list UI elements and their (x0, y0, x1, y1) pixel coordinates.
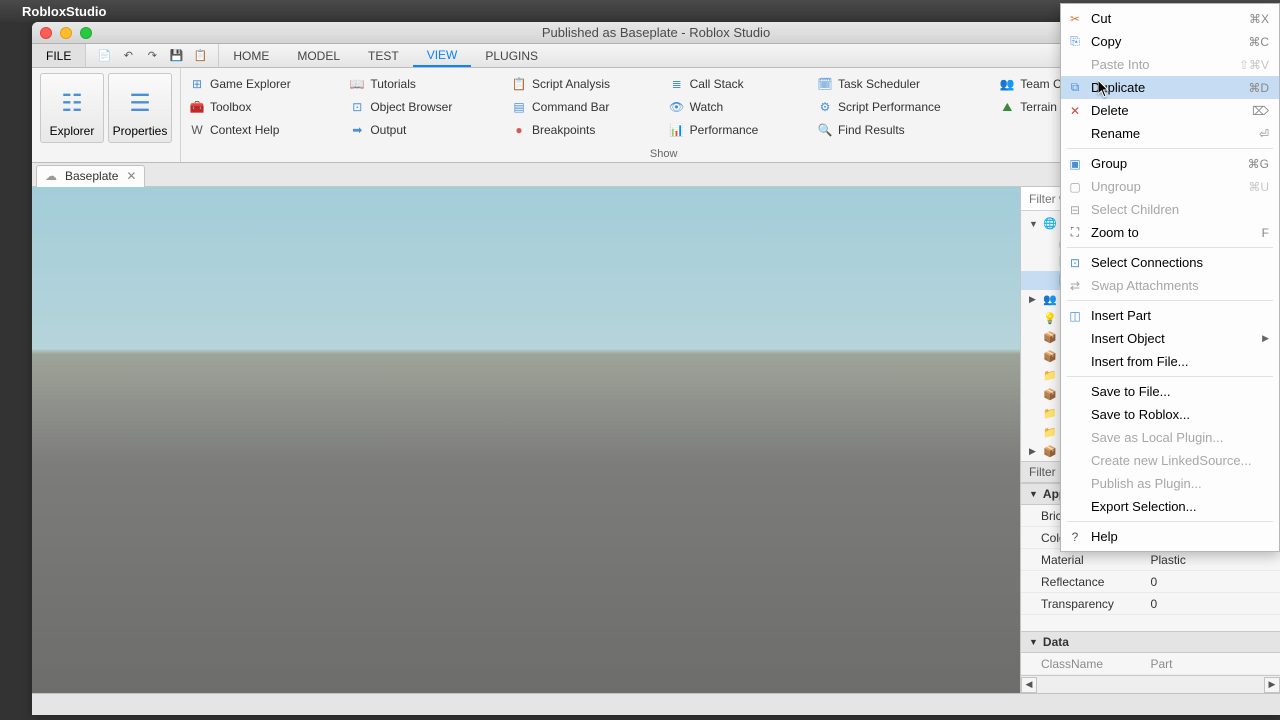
cm-help[interactable]: ?Help (1061, 525, 1279, 548)
cm-publish-plugin: Publish as Plugin... (1061, 472, 1279, 495)
find-results-button[interactable]: 🔍Find Results (817, 119, 987, 141)
cm-cut[interactable]: ✂Cut⌘X (1061, 7, 1279, 30)
ungroup-icon: ▢ (1067, 179, 1083, 195)
cm-create-linked: Create new LinkedSource... (1061, 449, 1279, 472)
minimize-window-button[interactable] (60, 27, 72, 39)
property-row[interactable]: MaterialPlastic (1021, 549, 1280, 571)
explorer-button[interactable]: ☷ Explorer (40, 73, 104, 143)
swap-icon: ⇄ (1067, 278, 1083, 294)
watch-button[interactable]: 👁Watch (669, 96, 805, 118)
cm-duplicate[interactable]: ⧉Duplicate⌘D (1061, 76, 1279, 99)
file-menu[interactable]: FILE (32, 44, 86, 67)
cut-icon: ✂ (1067, 11, 1083, 27)
cm-ungroup: ▢Ungroup⌘U (1061, 175, 1279, 198)
properties-button[interactable]: ☰ Properties (108, 73, 172, 143)
window-title: Published as Baseplate - Roblox Studio (542, 25, 770, 40)
command-bar-button[interactable]: ▤Command Bar (511, 96, 657, 118)
cm-insert-file[interactable]: Insert from File... (1061, 350, 1279, 373)
tab-view[interactable]: VIEW (413, 44, 472, 67)
redo-icon[interactable]: ↷ (144, 48, 160, 64)
cm-paste-into: Paste Into⇧⌘V (1061, 53, 1279, 76)
close-tab-icon[interactable]: ✕ (126, 169, 136, 183)
mouse-cursor (1098, 80, 1112, 98)
document-tab-label: Baseplate (65, 169, 118, 183)
cm-delete[interactable]: ✕Delete⌦ (1061, 99, 1279, 122)
save-icon[interactable]: 💾 (168, 48, 184, 64)
tutorials-button[interactable]: 📖Tutorials (349, 73, 499, 95)
insert-part-icon: ◫ (1067, 308, 1083, 324)
script-analysis-button[interactable]: 📋Script Analysis (511, 73, 657, 95)
tab-test[interactable]: TEST (354, 44, 413, 67)
cm-save-file[interactable]: Save to File... (1061, 380, 1279, 403)
data-section[interactable]: ▼Data (1021, 631, 1280, 653)
context-menu: ✂Cut⌘X ⎘Copy⌘C Paste Into⇧⌘V ⧉Duplicate⌘… (1060, 3, 1280, 552)
performance-button[interactable]: 📊Performance (669, 119, 805, 141)
tab-model[interactable]: MODEL (283, 44, 354, 67)
copy-icon: ⎘ (1067, 34, 1083, 50)
delete-icon: ✕ (1067, 103, 1083, 119)
tab-plugins[interactable]: PLUGINS (471, 44, 552, 67)
cm-insert-object[interactable]: Insert Object▶ (1061, 327, 1279, 350)
cm-rename[interactable]: Rename⏎ (1061, 122, 1279, 145)
app-name[interactable]: RobloxStudio (22, 4, 107, 19)
fullscreen-window-button[interactable] (80, 27, 92, 39)
task-scheduler-button[interactable]: 🗓Task Scheduler (817, 73, 987, 95)
new-doc-icon[interactable]: 📄 (96, 48, 112, 64)
undo-icon[interactable]: ↶ (120, 48, 136, 64)
properties-icon: ☰ (123, 86, 157, 120)
horizontal-scrollbar[interactable]: ◀ ▶ (1021, 675, 1280, 693)
scroll-left-icon[interactable]: ◀ (1021, 677, 1037, 693)
game-explorer-button[interactable]: ⊞Game Explorer (189, 73, 337, 95)
select-children-icon: ⊟ (1067, 202, 1083, 218)
cm-swap-attachments: ⇄Swap Attachments (1061, 274, 1279, 297)
cm-insert-part[interactable]: ◫Insert Part (1061, 304, 1279, 327)
call-stack-button[interactable]: ≣Call Stack (669, 73, 805, 95)
scroll-right-icon[interactable]: ▶ (1264, 677, 1280, 693)
script-performance-button[interactable]: ⚙Script Performance (817, 96, 987, 118)
explorer-icon: ☷ (55, 86, 89, 120)
cm-group[interactable]: ▣Group⌘G (1061, 152, 1279, 175)
paste-icon[interactable]: 📋 (192, 48, 208, 64)
document-tab[interactable]: ☁ Baseplate ✕ (36, 165, 145, 187)
cloud-icon: ☁ (45, 169, 57, 183)
property-row[interactable]: Transparency0 (1021, 593, 1280, 615)
cm-copy[interactable]: ⎘Copy⌘C (1061, 30, 1279, 53)
output-button[interactable]: ➡Output (349, 119, 499, 141)
show-group-label: Show (189, 148, 1138, 160)
close-window-button[interactable] (40, 27, 52, 39)
3d-viewport[interactable] (32, 187, 1020, 693)
cm-select-children: ⊟Select Children (1061, 198, 1279, 221)
cm-save-plugin: Save as Local Plugin... (1061, 426, 1279, 449)
help-icon: ? (1067, 529, 1083, 545)
connections-icon: ⊡ (1067, 255, 1083, 271)
property-row[interactable]: Reflectance0 (1021, 571, 1280, 593)
submenu-arrow-icon: ▶ (1262, 333, 1269, 344)
object-browser-button[interactable]: ⊡Object Browser (349, 96, 499, 118)
zoom-icon: ⛶ (1067, 225, 1083, 241)
cm-zoom-to[interactable]: ⛶Zoom toF (1061, 221, 1279, 244)
duplicate-icon: ⧉ (1067, 80, 1083, 96)
breakpoints-button[interactable]: ●Breakpoints (511, 119, 657, 141)
context-help-button[interactable]: WContext Help (189, 119, 337, 141)
cm-select-connections[interactable]: ⊡Select Connections (1061, 251, 1279, 274)
group-icon: ▣ (1067, 156, 1083, 172)
tab-home[interactable]: HOME (219, 44, 283, 67)
cm-save-roblox[interactable]: Save to Roblox... (1061, 403, 1279, 426)
statusbar (32, 693, 1280, 715)
toolbox-button[interactable]: 🧰Toolbox (189, 96, 337, 118)
cm-export-selection[interactable]: Export Selection... (1061, 495, 1279, 518)
